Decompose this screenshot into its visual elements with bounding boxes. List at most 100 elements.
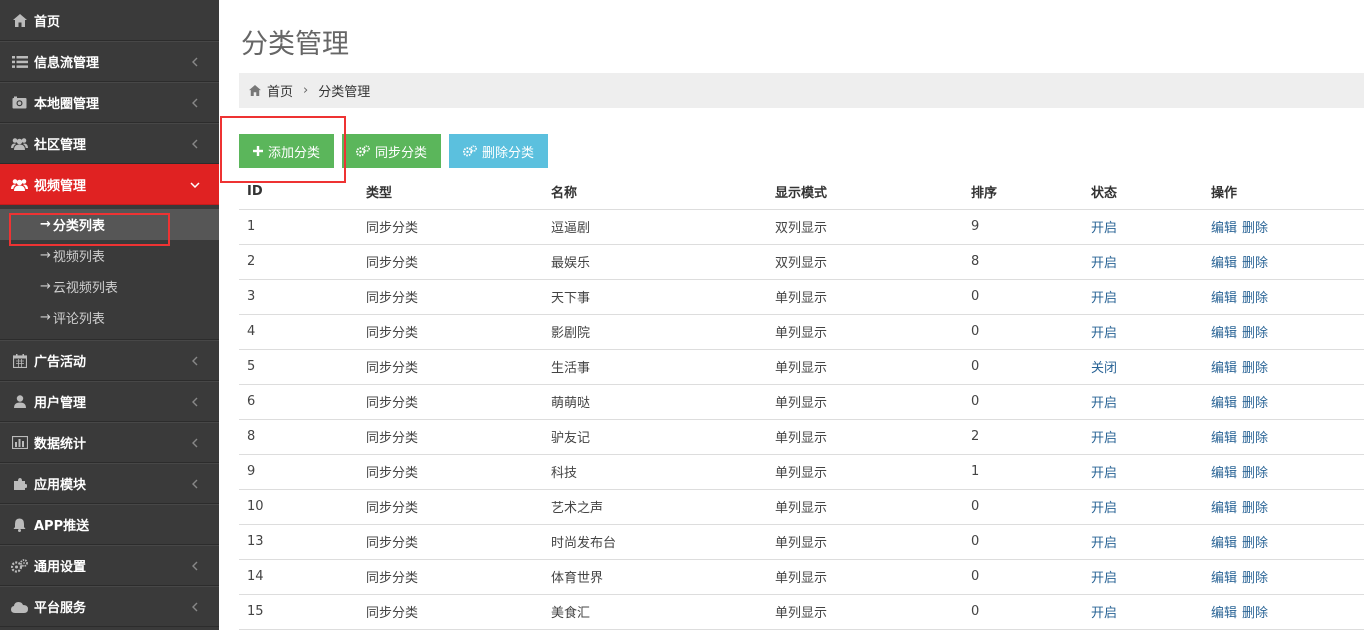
chevron-left-icon [189,601,201,613]
sidebar-item-feed[interactable]: 信息流管理 [0,41,219,82]
delete-link[interactable]: 删除 [1242,221,1268,236]
submenu-item-comment-list[interactable]: → 评论列表 [0,302,219,333]
cell-type: 同步分类 [358,384,543,420]
status-toggle-link[interactable]: 开启 [1091,536,1117,551]
sidebar-item-local-circle[interactable]: 本地圈管理 [0,82,219,123]
cell-mode: 单列显示 [767,524,963,560]
breadcrumb-home-link[interactable]: 首页 [267,81,293,100]
cell-type: 同步分类 [358,209,543,245]
status-toggle-link[interactable]: 开启 [1091,256,1117,271]
edit-link[interactable]: 编辑 [1211,431,1237,446]
delete-link[interactable]: 删除 [1242,326,1268,341]
status-toggle-link[interactable]: 开启 [1091,571,1117,586]
submenu-item-video-list[interactable]: → 视频列表 [0,240,219,271]
table-row: 14 同步分类 体育世界 单列显示 0 开启 编辑 删除 [239,559,1364,595]
cell-sort: 0 [963,279,1083,315]
cell-type: 同步分类 [358,594,543,630]
sidebar-item-stats[interactable]: 数据统计 [0,422,219,463]
delete-link[interactable]: 删除 [1242,466,1268,481]
delete-link[interactable]: 删除 [1242,501,1268,516]
sidebar-item-label: 用户管理 [34,396,87,411]
sidebar-item-video[interactable]: 视频管理 [0,164,219,205]
edit-link[interactable]: 编辑 [1211,466,1237,481]
table-row: 1 同步分类 逗逼剧 双列显示 9 开启 编辑 删除 [239,209,1364,245]
chevron-down-icon [189,179,201,191]
edit-link[interactable]: 编辑 [1211,256,1237,271]
delete-link[interactable]: 删除 [1242,291,1268,306]
submenu-label: 评论列表 [52,312,105,327]
cell-id: 3 [239,279,358,315]
sidebar-item-push[interactable]: APP推送 [0,504,219,545]
cell-name: 驴友记 [543,419,767,455]
sync-category-button[interactable]: 同步分类 [342,134,442,168]
delete-link[interactable]: 删除 [1242,571,1268,586]
sidebar-item-community[interactable]: 社区管理 [0,123,219,164]
edit-link[interactable]: 编辑 [1211,221,1237,236]
page-title: 分类管理 [241,29,349,60]
sidebar-item-platform[interactable]: 平台服务 [0,586,219,627]
cell-name: 科技 [543,454,767,490]
cell-name: 艺术之声 [543,489,767,525]
sidebar-item-users[interactable]: 用户管理 [0,381,219,422]
breadcrumb-current: 分类管理 [318,85,371,100]
cell-type: 同步分类 [358,489,543,525]
status-toggle-link[interactable]: 开启 [1091,291,1117,306]
edit-link[interactable]: 编辑 [1211,606,1237,621]
sidebar-item-label: 应用模块 [34,478,87,493]
cell-id: 15 [239,594,358,630]
bar-chart-icon [11,436,28,450]
delete-link[interactable]: 删除 [1242,361,1268,376]
status-toggle-link[interactable]: 开启 [1091,396,1117,411]
column-header: 操作 [1203,174,1364,210]
status-toggle-link[interactable]: 开启 [1091,221,1117,236]
delete-link[interactable]: 删除 [1242,396,1268,411]
status-toggle-link[interactable]: 开启 [1091,431,1117,446]
submenu-item-category-list[interactable]: → 分类列表 [0,209,219,240]
table-row: 4 同步分类 影剧院 单列显示 0 开启 编辑 删除 [239,314,1364,350]
cell-status: 开启 [1083,279,1203,315]
submenu-item-cloud-video-list[interactable]: → 云视频列表 [0,271,219,302]
delete-category-button[interactable]: 删除分类 [449,134,549,168]
cell-id: 4 [239,314,358,350]
delete-link[interactable]: 删除 [1242,431,1268,446]
cell-actions: 编辑 删除 [1203,209,1364,245]
edit-link[interactable]: 编辑 [1211,326,1237,341]
status-toggle-link[interactable]: 关闭 [1091,361,1117,376]
status-toggle-link[interactable]: 开启 [1091,326,1117,341]
sidebar-item-home[interactable]: 首页 [0,0,219,41]
bell-icon [11,518,28,532]
edit-link[interactable]: 编辑 [1211,291,1237,306]
edit-link[interactable]: 编辑 [1211,536,1237,551]
button-label: 删除分类 [482,144,535,160]
delete-link[interactable]: 删除 [1242,256,1268,271]
column-header: 显示模式 [767,174,963,210]
column-header: 名称 [543,174,767,210]
cell-id: 1 [239,209,358,245]
chevron-left-icon [189,97,201,109]
status-toggle-link[interactable]: 开启 [1091,501,1117,516]
users-icon [11,178,28,192]
sidebar-item-settings[interactable]: 通用设置 [0,545,219,586]
cell-actions: 编辑 删除 [1203,419,1364,455]
add-category-button[interactable]: 添加分类 [239,134,335,168]
edit-link[interactable]: 编辑 [1211,396,1237,411]
sidebar-item-modules[interactable]: 应用模块 [0,463,219,504]
delete-link[interactable]: 删除 [1242,606,1268,621]
edit-link[interactable]: 编辑 [1211,501,1237,516]
sidebar-item-label: 首页 [34,14,61,30]
cell-sort: 2 [963,419,1083,455]
cell-mode: 双列显示 [767,244,963,280]
delete-link[interactable]: 删除 [1242,536,1268,551]
cell-sort: 1 [963,454,1083,490]
column-header: 状态 [1083,174,1203,210]
cell-actions: 编辑 删除 [1203,384,1364,420]
cell-status: 关闭 [1083,349,1203,385]
status-toggle-link[interactable]: 开启 [1091,606,1117,621]
status-toggle-link[interactable]: 开启 [1091,466,1117,481]
edit-link[interactable]: 编辑 [1211,361,1237,376]
edit-link[interactable]: 编辑 [1211,571,1237,586]
puzzle-icon [11,477,28,491]
cell-status: 开启 [1083,489,1203,525]
table-row: 2 同步分类 最娱乐 双列显示 8 开启 编辑 删除 [239,244,1364,280]
sidebar-item-ads[interactable]: 广告活动 [0,340,219,381]
